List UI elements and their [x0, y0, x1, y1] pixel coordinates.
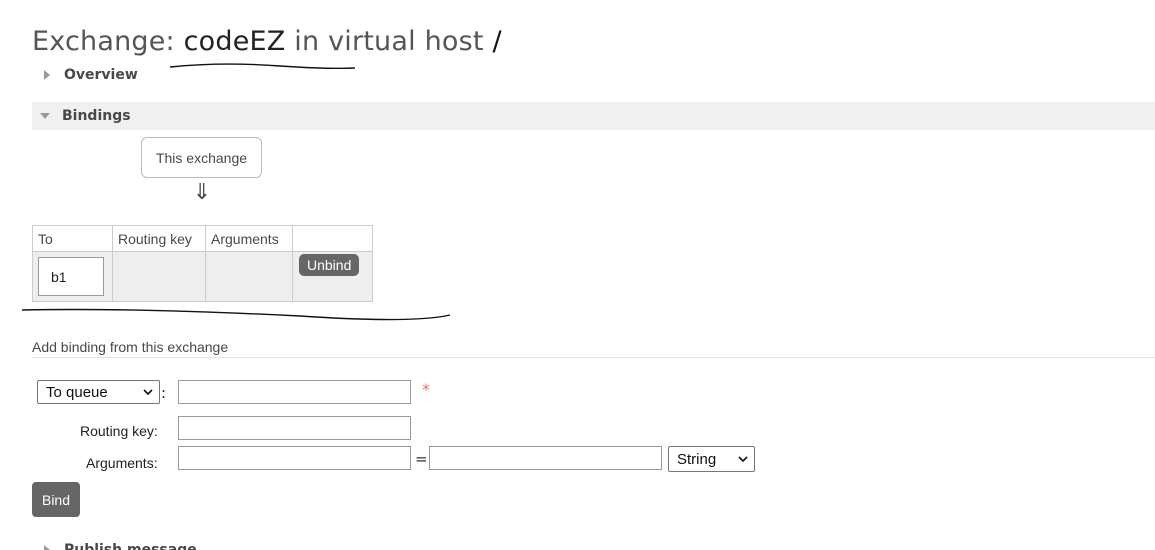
destination-name-input[interactable]: [178, 380, 411, 404]
binding-routing-key-cell: [112, 251, 206, 302]
page-title: Exchange: codeEZ in virtual host /: [32, 26, 502, 57]
caret-right-icon: [44, 70, 50, 80]
table-row: b1 Unbind: [32, 251, 373, 302]
bindings-table: To Routing key Arguments b1 Unbind: [32, 225, 373, 302]
destination-type-select[interactable]: To queue: [37, 380, 160, 404]
binding-arguments-cell: [205, 251, 293, 302]
equals-sign: =: [415, 450, 428, 468]
title-prefix: Exchange:: [32, 26, 184, 57]
table-underline-mark: [21, 308, 451, 321]
unbind-button[interactable]: Unbind: [299, 253, 360, 276]
bind-button[interactable]: Bind: [32, 482, 80, 517]
destination-queue-link[interactable]: b1: [38, 257, 104, 296]
column-to: To: [32, 225, 113, 252]
required-marker: *: [422, 380, 430, 399]
arguments-label: Arguments:: [86, 455, 158, 471]
argument-type-select[interactable]: String: [668, 446, 755, 472]
caret-down-icon: [40, 113, 50, 119]
column-actions: [292, 225, 373, 252]
section-overview-label: Overview: [64, 67, 138, 83]
section-bindings-toggle[interactable]: Bindings: [32, 102, 1155, 130]
destination-type-value: To queue: [46, 383, 108, 401]
argument-value-input[interactable]: [429, 446, 662, 470]
this-exchange-box: This exchange: [141, 137, 262, 178]
column-arguments: Arguments: [205, 225, 293, 252]
routing-key-input[interactable]: [178, 416, 411, 440]
title-underline-mark: [169, 63, 356, 70]
argument-key-input[interactable]: [178, 446, 411, 470]
add-binding-heading: Add binding from this exchange: [32, 339, 1155, 358]
chevron-down-icon: [738, 456, 748, 463]
double-down-arrow-icon: ⇓: [192, 180, 212, 205]
argument-type-value: String: [677, 450, 717, 468]
bindings-table-header: To Routing key Arguments: [32, 225, 373, 252]
destination-queue-name: b1: [51, 268, 67, 285]
routing-key-label: Routing key:: [80, 423, 158, 439]
section-overview-toggle[interactable]: Overview: [32, 61, 138, 89]
section-bindings-label: Bindings: [62, 108, 131, 124]
destination-colon: :: [161, 384, 167, 402]
section-publish-toggle[interactable]: Publish message: [32, 536, 197, 550]
caret-right-icon: [44, 545, 50, 550]
exchange-name: codeEZ: [183, 26, 286, 57]
chevron-down-icon: [143, 389, 153, 396]
this-exchange-label: This exchange: [155, 149, 248, 166]
column-routing-key: Routing key: [112, 225, 206, 252]
vhost-name: /: [492, 26, 502, 57]
section-publish-label: Publish message: [64, 542, 197, 550]
binding-destination-cell: b1: [32, 251, 113, 302]
title-vhost-text: in virtual host: [285, 26, 493, 57]
exchange-page: Exchange: codeEZ in virtual host / Overv…: [0, 0, 1155, 550]
binding-actions-cell: Unbind: [292, 251, 373, 302]
